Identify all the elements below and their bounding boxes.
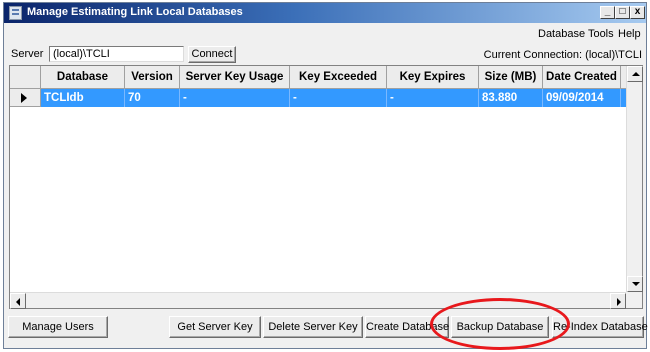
scroll-right-button[interactable] [610,293,626,309]
server-label: Server [11,48,44,60]
menu-database-tools[interactable]: Database Tools [538,28,614,40]
main-window: Manage Estimating Link Local Databases _… [3,2,648,349]
scroll-left-button[interactable] [10,293,26,309]
scroll-up-button[interactable] [627,66,643,82]
create-database-button[interactable]: Create Database [365,316,449,338]
title-bar[interactable]: Manage Estimating Link Local Databases _… [4,3,646,23]
cell-key-exceeded: - [290,89,387,107]
column-header-database[interactable]: Database [41,66,125,89]
cell-database: TCLIdb [41,89,125,107]
server-input[interactable]: (local)\TCLI [49,46,184,62]
get-server-key-button[interactable]: Get Server Key [169,316,261,338]
row-header-selected[interactable] [10,89,41,107]
connect-button[interactable]: Connect [188,46,236,63]
cell-key-expires: - [387,89,479,107]
column-header-key-exceeded[interactable]: Key Exceeded [290,66,387,89]
current-row-arrow-icon [21,93,27,103]
cell-size-mb: 83.880 [479,89,543,107]
close-button[interactable]: x [630,6,645,19]
cell-date-created: 09/09/2014 [543,89,621,107]
arrow-down-icon [632,282,640,286]
cell-version: 70 [125,89,180,107]
column-header-server-key-usage[interactable]: Server Key Usage [180,66,290,89]
delete-server-key-button[interactable]: Delete Server Key [263,316,363,338]
horizontal-scrollbar[interactable] [10,292,626,309]
column-header-version[interactable]: Version [125,66,180,89]
grid-corner-header [10,66,41,89]
scroll-down-button[interactable] [627,276,643,292]
arrow-right-icon [617,298,621,306]
arrow-up-icon [632,72,640,76]
current-connection-label: Current Connection: (local)\TCLI [483,49,642,61]
minimize-button[interactable]: _ [600,6,615,19]
cell-server-key-usage: - [180,89,290,107]
table-row[interactable]: TCLIdb 70 - - - 83.880 09/09/2014 [41,89,634,107]
server-row: Server (local)\TCLI Connect Current Conn… [4,43,646,65]
column-header-key-expires[interactable]: Key Expires [387,66,479,89]
database-grid[interactable]: Database Version Server Key Usage Key Ex… [9,65,643,309]
menu-help[interactable]: Help [618,28,641,40]
scrollbar-corner [626,292,642,308]
reindex-database-button[interactable]: Re-Index Database [552,316,648,338]
vertical-scrollbar[interactable] [626,66,643,292]
window-title: Manage Estimating Link Local Databases [27,6,243,18]
backup-database-button[interactable]: Backup Database [451,316,549,338]
arrow-left-icon [16,298,20,306]
database-app-icon [9,6,22,20]
column-header-date-created[interactable]: Date Created [543,66,621,89]
manage-users-button[interactable]: Manage Users [8,316,108,338]
column-header-size-mb[interactable]: Size (MB) [479,66,543,89]
maximize-button[interactable]: □ [615,6,630,19]
menu-bar: Database Tools Help [4,23,646,43]
